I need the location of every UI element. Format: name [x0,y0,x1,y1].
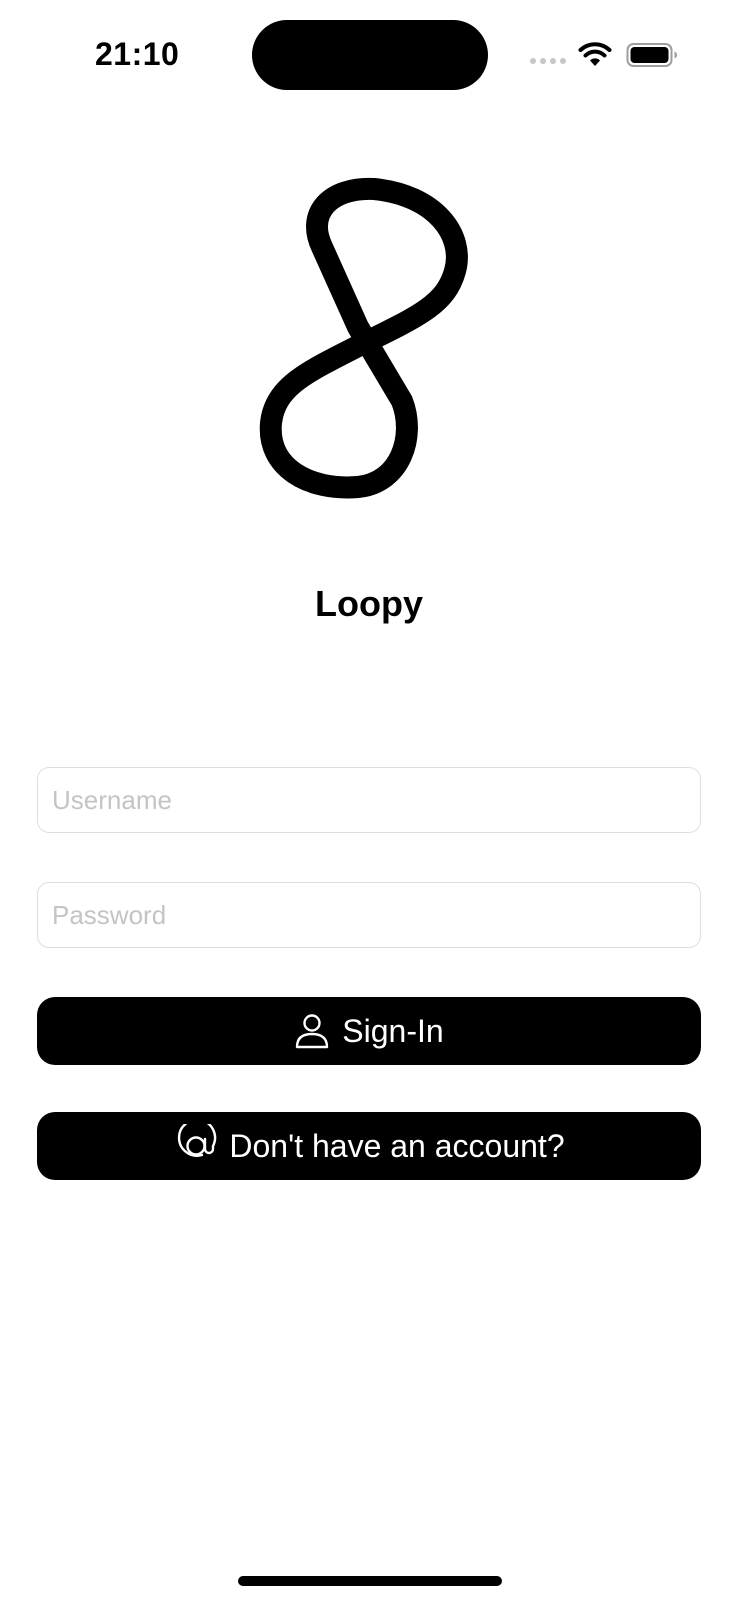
home-indicator[interactable] [238,1576,502,1586]
cellular-signal-icon [530,58,566,64]
wifi-icon [578,42,612,66]
dynamic-island [252,20,488,90]
sign-in-button[interactable]: Sign-In [37,997,701,1065]
at-sign-icon [178,1124,217,1157]
battery-icon [626,43,677,67]
password-input[interactable] [37,882,701,948]
username-input[interactable] [37,767,701,833]
sign-up-button[interactable]: Don't have an account? [37,1112,701,1180]
infinity-loop-logo-icon [259,177,468,499]
status-time: 21:10 [95,36,180,72]
sign-in-label: Sign-In [342,1012,444,1049]
person-icon [296,1014,329,1049]
app-title: Loopy [315,583,423,624]
sign-up-label: Don't have an account? [229,1127,565,1164]
